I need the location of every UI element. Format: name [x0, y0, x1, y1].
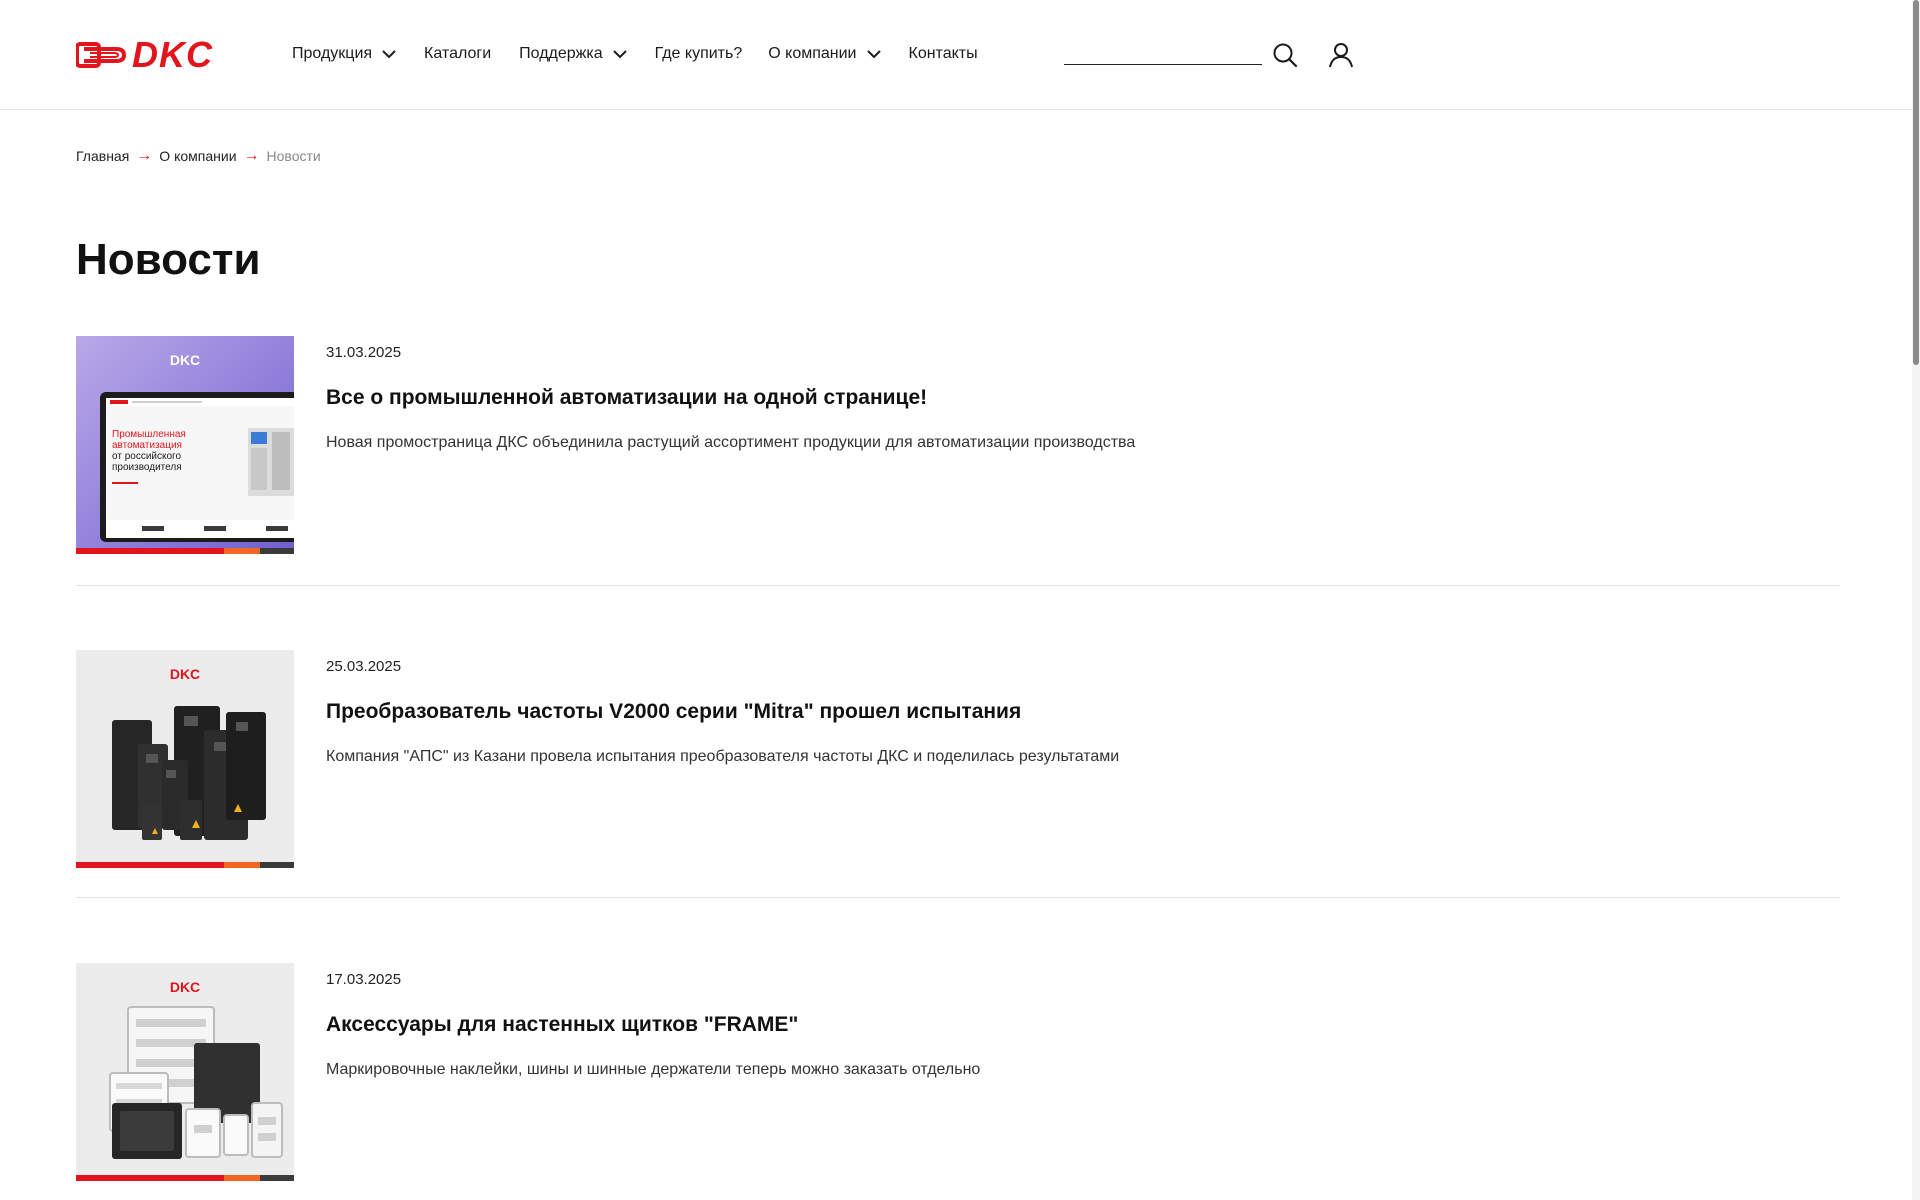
- nav-item-where-to-buy[interactable]: Где купить?: [655, 45, 743, 63]
- search-box: [1064, 40, 1262, 65]
- nav-item-label: Продукция: [292, 45, 373, 62]
- chevron-down-icon: [382, 49, 396, 58]
- news-title-link[interactable]: Все о промышленной автоматизации на одно…: [326, 386, 927, 410]
- breadcrumb-arrow-icon: →: [136, 147, 153, 164]
- thumb-caption-line: от российского: [112, 451, 181, 462]
- news-image-automation: DKC Промышленная автоматизация от россий…: [76, 336, 294, 554]
- news-item: DKC 17.03.2025 Аксессуары для настенных …: [76, 963, 1840, 1183]
- news-item: DKC 25.03.2025 Преобразователь частоты V…: [76, 650, 1840, 870]
- nav-item-about[interactable]: О компании: [768, 45, 881, 63]
- news-thumbnail[interactable]: DKC Промышленная автоматизация от россий…: [76, 336, 294, 554]
- breadcrumb-arrow-icon: →: [243, 147, 260, 164]
- news-description: Компания "АПС" из Казани провела испытан…: [326, 748, 1120, 765]
- page: DKC Продукция Каталоги Поддержка Где куп…: [0, 0, 1920, 1200]
- main-nav: Продукция Каталоги Поддержка Где купить?…: [292, 42, 978, 66]
- news-date: 31.03.2025: [326, 344, 402, 361]
- nav-item-contacts[interactable]: Контакты: [909, 45, 978, 63]
- nav-item-label: Где купить?: [654, 45, 743, 62]
- thumb-caption-line: производителя: [112, 462, 182, 473]
- breadcrumb-home[interactable]: Главная: [76, 148, 129, 164]
- page-title: Новости: [76, 235, 261, 284]
- search-input[interactable]: [1064, 40, 1260, 62]
- nav-item-support[interactable]: Поддержка: [519, 45, 627, 63]
- nav-item-label: Каталоги: [424, 45, 492, 62]
- divider: [76, 585, 1840, 586]
- divider: [76, 897, 1840, 898]
- dkc-logo-icon: [76, 42, 127, 68]
- news-title-link[interactable]: Аксессуары для настенных щитков "FRAME": [326, 1013, 798, 1037]
- chevron-down-icon: [866, 49, 881, 58]
- scrollbar-track[interactable]: [1912, 0, 1920, 1200]
- scrollbar-thumb[interactable]: [1913, 0, 1919, 365]
- dkc-logo[interactable]: DKC: [76, 34, 213, 75]
- news-image-frame-panels: DKC: [76, 963, 294, 1181]
- news-thumbnail[interactable]: DKC: [76, 963, 294, 1181]
- user-icon[interactable]: [1328, 42, 1354, 68]
- nav-item-label: О компании: [768, 45, 857, 62]
- news-image-frequency-converter: DKC: [76, 650, 294, 868]
- thumb-caption-line: автоматизация: [112, 440, 182, 451]
- logo-text: DKC: [132, 34, 213, 75]
- thumb-logo-text: DKC: [170, 979, 200, 995]
- site-header: DKC Продукция Каталоги Поддержка Где куп…: [0, 0, 1920, 110]
- news-date: 25.03.2025: [326, 658, 402, 675]
- news-thumbnail[interactable]: DKC: [76, 650, 294, 868]
- nav-item-products[interactable]: Продукция: [292, 45, 396, 63]
- chevron-down-icon: [612, 49, 627, 58]
- breadcrumb: Главная → О компании → Новости: [76, 146, 321, 166]
- nav-item-label: Поддержка: [519, 45, 603, 62]
- nav-item-catalogs[interactable]: Каталоги: [424, 45, 491, 63]
- news-description: Новая промостраница ДКС объединила расту…: [326, 434, 1136, 451]
- news-item: DKC Промышленная автоматизация от россий…: [76, 336, 1840, 556]
- thumb-caption-line: Промышленная: [112, 429, 186, 440]
- thumb-logo-text: DKC: [170, 352, 200, 368]
- thumb-logo-text: DKC: [170, 666, 200, 682]
- breadcrumb-about[interactable]: О компании: [159, 148, 236, 164]
- news-title-link[interactable]: Преобразователь частоты V2000 серии "Mit…: [326, 700, 1021, 724]
- nav-item-label: Контакты: [908, 45, 978, 62]
- news-date: 17.03.2025: [326, 971, 402, 988]
- news-description: Маркировочные наклейки, шины и шинные де…: [326, 1061, 981, 1078]
- breadcrumb-current: Новости: [266, 148, 321, 164]
- search-icon[interactable]: [1272, 42, 1298, 68]
